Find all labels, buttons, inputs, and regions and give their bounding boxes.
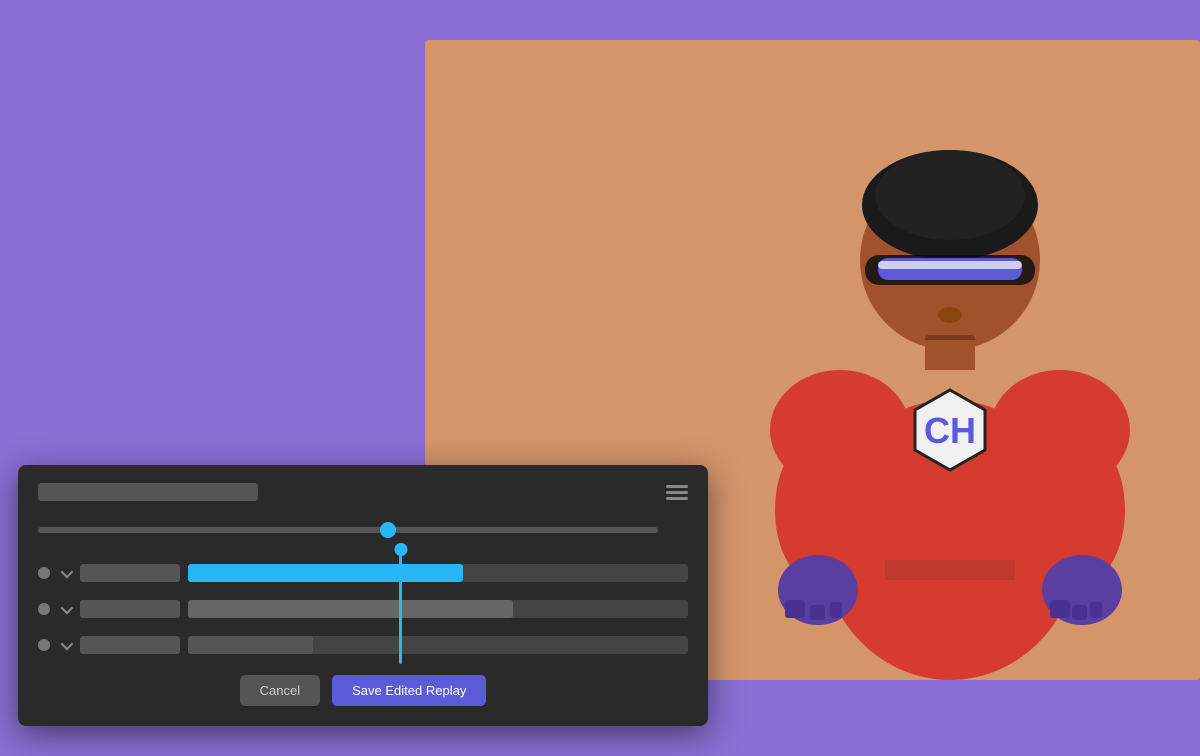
track-row-3 bbox=[38, 631, 688, 659]
cancel-button[interactable]: Cancel bbox=[240, 675, 320, 706]
hero-illustration: CH bbox=[700, 60, 1200, 680]
save-button[interactable]: Save Edited Replay bbox=[332, 675, 486, 706]
timeline-container bbox=[38, 515, 688, 545]
track-bar-fill-3 bbox=[188, 636, 313, 654]
timeline-track[interactable] bbox=[38, 527, 658, 533]
menu-line-1 bbox=[666, 485, 688, 488]
playhead-handle[interactable] bbox=[394, 543, 407, 556]
track-bar-container-3[interactable] bbox=[188, 634, 688, 656]
svg-text:CH: CH bbox=[924, 410, 976, 451]
panel-title-bar bbox=[38, 483, 258, 501]
track-bar-fill-2 bbox=[188, 600, 513, 618]
menu-line-2 bbox=[666, 491, 688, 494]
menu-line-3 bbox=[666, 497, 688, 500]
editor-panel: Cancel Save Edited Replay bbox=[18, 465, 708, 726]
timeline-scrubber[interactable] bbox=[380, 522, 396, 538]
track-bar-fill-1 bbox=[188, 564, 463, 582]
track-dot-3 bbox=[38, 639, 50, 651]
playhead-line bbox=[399, 549, 402, 664]
track-chevron-2[interactable] bbox=[58, 602, 72, 616]
track-bar-container-1[interactable] bbox=[188, 562, 688, 584]
menu-icon[interactable] bbox=[666, 485, 688, 500]
tracks-container bbox=[38, 559, 688, 659]
track-chevron-1[interactable] bbox=[58, 566, 72, 580]
track-chevron-3[interactable] bbox=[58, 638, 72, 652]
track-dot-2 bbox=[38, 603, 50, 615]
track-label-2 bbox=[80, 600, 180, 618]
track-dot-1 bbox=[38, 567, 50, 579]
track-row-2 bbox=[38, 595, 688, 623]
panel-header bbox=[38, 483, 688, 501]
track-row-1 bbox=[38, 559, 688, 587]
track-bar-container-2[interactable] bbox=[188, 598, 688, 620]
panel-footer: Cancel Save Edited Replay bbox=[38, 675, 688, 706]
track-label-3 bbox=[80, 636, 180, 654]
track-label-1 bbox=[80, 564, 180, 582]
